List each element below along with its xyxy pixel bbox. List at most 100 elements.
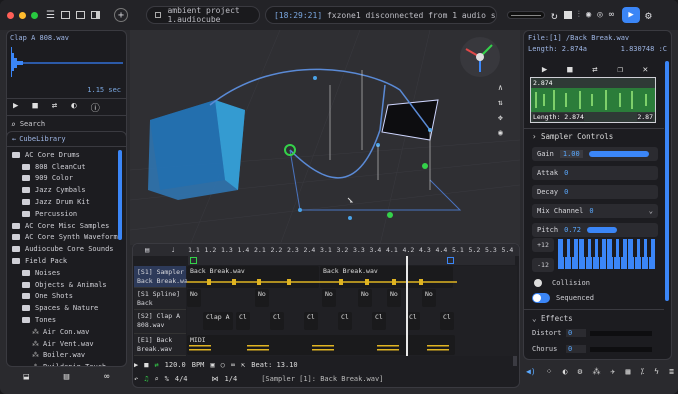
decay-control[interactable]: Decay 0 [532, 185, 658, 199]
clip-no-6[interactable]: No [422, 289, 436, 307]
playhead[interactable] [406, 256, 408, 356]
effects-header[interactable]: ⌄ Effects [532, 314, 573, 323]
loop-start-marker[interactable] [190, 257, 197, 264]
export-icon[interactable]: ⇱ [241, 361, 245, 369]
info-icon[interactable]: ⓘ [91, 101, 100, 114]
layout-left-icon[interactable] [60, 11, 70, 19]
link-icon[interactable]: ∞ [231, 361, 235, 369]
stop-icon[interactable]: ■ [144, 361, 148, 369]
piano-keyboard[interactable] [558, 239, 658, 269]
layout-right-icon[interactable] [90, 11, 100, 19]
add-icon[interactable]: + [113, 8, 128, 22]
library-item[interactable]: Noises [12, 267, 120, 279]
close-icon[interactable]: ✕ [643, 65, 648, 75]
black-key[interactable] [640, 239, 644, 257]
quantize-value[interactable]: 1/4 [225, 375, 238, 383]
clip-no-1[interactable]: No [187, 289, 201, 307]
import-folder-icon[interactable]: ⬓ [23, 372, 28, 382]
library-item[interactable]: AC Core Drums [12, 149, 120, 161]
distort-control[interactable]: Distort 0 [532, 327, 658, 339]
pitch-control[interactable]: Pitch 0.72 [532, 223, 658, 237]
stop-icon[interactable]: ■ [567, 65, 572, 75]
master-volume-slider[interactable] [506, 11, 545, 19]
search-input[interactable]: ⌕ Search [11, 118, 124, 130]
distort-slider[interactable] [590, 330, 652, 336]
library-item[interactable]: ⁂ Air Vent.wav [12, 338, 120, 350]
zoom-icon[interactable]: ⌕ [154, 375, 158, 383]
clip-cl-1[interactable]: Cl [236, 312, 250, 330]
library-item[interactable]: 909 Color [12, 173, 120, 185]
gear-icon[interactable]: ⚙ [645, 9, 652, 22]
record-icon[interactable]: ◐ [71, 101, 76, 114]
camera-icon[interactable]: ▶ [622, 7, 641, 23]
attack-value[interactable]: 0 [564, 169, 568, 177]
clip-cl-6[interactable]: Cl [406, 312, 420, 330]
wand-icon[interactable]: ⁒ [640, 367, 644, 376]
library-scrollbar[interactable] [118, 150, 122, 240]
menu-icon[interactable]: ☰ [46, 10, 55, 21]
pitch-slider[interactable] [586, 227, 617, 233]
pitch-value[interactable]: 0.72 [564, 226, 581, 234]
library-item[interactable]: Spaces & Nature [12, 302, 120, 314]
headphones-icon[interactable]: ♫ [144, 375, 148, 383]
loop-icon[interactable]: ⇄ [154, 361, 158, 369]
minimize-window-button[interactable] [19, 11, 26, 19]
target-icon[interactable]: ◎ [597, 10, 602, 20]
library-item[interactable]: AC Core Misc Samples [12, 220, 120, 232]
sphere-icon[interactable]: ◐ [563, 367, 568, 376]
grid-icon[interactable]: ▤ [145, 246, 149, 254]
viewport-3d[interactable] [130, 30, 520, 245]
move-icon[interactable]: ✥ [498, 113, 503, 122]
clip-no-4[interactable]: No [358, 289, 372, 307]
clip-cl-2[interactable]: Cl [270, 312, 284, 330]
file-add-icon[interactable]: ▤ [64, 372, 69, 382]
mix-channel-select[interactable]: Mix Channel 0 ⌄ [532, 204, 658, 218]
library-item[interactable]: Jazz Cymbals [12, 184, 120, 196]
library-item[interactable]: Objects & Animals [12, 279, 120, 291]
black-key[interactable] [591, 239, 595, 257]
black-key[interactable] [647, 239, 651, 257]
play-icon[interactable]: ▶ [542, 65, 547, 75]
gain-control[interactable]: Gain 1.00 [532, 147, 658, 161]
bpm-value[interactable]: 120.0 [165, 361, 186, 369]
timeline-ruler[interactable]: 1.1 1.2 1.3 1.4 2.1 2.2 2.3 2.4 3.1 3.2 3.3 3.4 4.1 4… [188, 246, 518, 256]
clip-cl-3[interactable]: Cl [304, 312, 318, 330]
track-label-3[interactable]: [S2] Clap A 808.wav [134, 310, 186, 334]
sampler-controls-header[interactable]: › Sampler Controls [532, 132, 613, 141]
play-icon[interactable]: ▶ [13, 101, 18, 114]
speaker-icon[interactable]: ◀) [526, 367, 536, 376]
library-item[interactable]: Percussion [12, 208, 120, 220]
settings-sliders-icon[interactable]: ⫶ [578, 10, 580, 20]
loop-icon[interactable]: ⇄ [592, 65, 597, 75]
clip-cl-5[interactable]: Cl [372, 312, 386, 330]
emitter-icon[interactable]: ✈ [611, 367, 616, 376]
clip-no-2[interactable]: No [255, 289, 269, 307]
gain-slider[interactable] [588, 151, 649, 157]
clip-cl-4[interactable]: Cl [338, 312, 352, 330]
library-item[interactable]: Tones [12, 314, 120, 326]
copy-icon[interactable]: ❐ [617, 65, 622, 75]
black-key[interactable] [584, 239, 588, 257]
inspector-waveform[interactable]: 2.874 Length: 2.874 2.87 [530, 77, 656, 123]
sequenced-toggle[interactable]: Sequenced [532, 293, 594, 303]
cog-icon[interactable]: ⚙ [578, 367, 583, 376]
inspector-scrollbar[interactable] [665, 61, 669, 301]
clip-no-3[interactable]: No [322, 289, 336, 307]
cube-icon[interactable]: ▦ [625, 367, 630, 376]
black-key[interactable] [570, 239, 574, 257]
undo-icon[interactable]: ↶ [134, 375, 138, 383]
project-title-pill[interactable]: ambient project 1.audiocube [145, 6, 260, 24]
link-icon[interactable]: ∞ [609, 10, 614, 20]
swap-vertical-icon[interactable]: ⇅ [498, 98, 503, 107]
chorus-control[interactable]: Chorus 0 [532, 343, 658, 355]
distort-value[interactable]: 0 [566, 329, 586, 337]
dice-icon[interactable]: ⁘ [546, 367, 553, 376]
broadcast-icon[interactable]: ◉ [586, 10, 591, 20]
library-item[interactable]: Jazz Drum Kit [12, 196, 120, 208]
gain-value[interactable]: 1.00 [559, 150, 583, 158]
library-item[interactable]: Audiocube Core Sounds [12, 243, 120, 255]
maximize-window-button[interactable] [31, 11, 38, 19]
library-item[interactable]: AC Core Synth Waveform [12, 232, 120, 244]
loop-icon[interactable]: ⇄ [52, 101, 57, 114]
nodes-icon[interactable]: ⁂ [592, 367, 600, 376]
